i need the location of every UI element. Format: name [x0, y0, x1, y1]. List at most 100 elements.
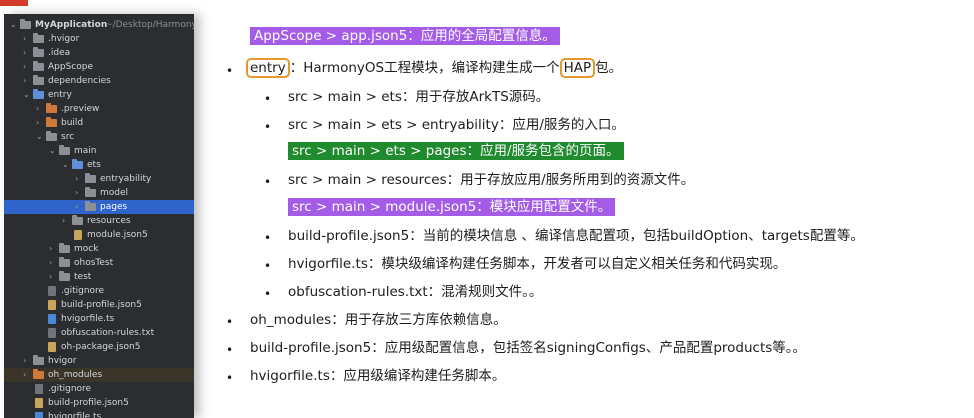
note-pages-text: src > main > ets > pages：应用/服务包含的页面。 [288, 142, 624, 160]
bullet-icon: • [264, 231, 272, 245]
tree-item-oh-package-json5[interactable]: oh-package.json5 [4, 340, 194, 354]
file-icon [48, 314, 56, 324]
tree-item-build-profile-json5[interactable]: build-profile.json5 [4, 396, 194, 410]
chevron-down-icon[interactable]: ⌄ [49, 144, 57, 158]
tree-item-build[interactable]: › build [4, 116, 194, 130]
tree-item-label: ohosTest [74, 258, 114, 268]
note-build-profile-app: build-profile.json5：应用级配置信息，包括签名signingC… [250, 340, 807, 356]
tree-item-preview[interactable]: › .preview [4, 102, 194, 116]
note-pages: src > main > ets > pages：应用/服务包含的页面。 [288, 140, 624, 162]
folder-icon [85, 173, 96, 183]
tree-item-obfuscation-rules-txt[interactable]: obfuscation-rules.txt [4, 326, 194, 340]
tree-item-label: hvigor [48, 356, 77, 366]
tree-item-label: test [74, 272, 92, 282]
tree-item-label: .hvigor [48, 34, 80, 44]
folder-icon [59, 271, 70, 281]
tree-item-entry[interactable]: ⌄ entry [4, 88, 194, 102]
tree-item-label: resources [87, 216, 131, 226]
top-strip [0, 0, 974, 8]
folder-icon [46, 103, 57, 113]
tree-item-label: oh_modules [48, 370, 103, 380]
bullet-icon: • [226, 343, 234, 357]
folder-icon [59, 243, 70, 253]
tree-item-ohostest[interactable]: › ohosTest [4, 256, 194, 270]
chevron-right-icon[interactable]: › [49, 256, 57, 270]
chevron-down-icon[interactable]: ⌄ [23, 88, 31, 102]
tree-item-main[interactable]: ⌄ main [4, 144, 194, 158]
tree-item-label: build-profile.json5 [48, 398, 129, 408]
tree-item-hvigorfile-ts[interactable]: hvigorfile.ts [4, 410, 194, 418]
tree-item-idea[interactable]: › .idea [4, 46, 194, 60]
chevron-right-icon[interactable]: › [23, 354, 31, 368]
tree-item-label: build-profile.json5 [61, 300, 142, 310]
tree-item-mock[interactable]: › mock [4, 242, 194, 256]
chevron-right-icon[interactable]: › [75, 172, 83, 186]
tree-item-label: mock [74, 244, 99, 254]
tree-item-label: hvigorfile.ts [48, 412, 102, 418]
project-tree-panel[interactable]: ⌄ MyApplication~/Desktop/Harmony/p › .hvigo… [4, 14, 194, 418]
tree-item-test[interactable]: › test [4, 270, 194, 284]
file-icon [35, 398, 43, 408]
chevron-right-icon[interactable]: › [36, 102, 44, 116]
chevron-right-icon[interactable]: › [23, 60, 31, 74]
tree-item-label: ets [87, 160, 101, 170]
file-icon [48, 342, 56, 352]
chevron-right-icon[interactable]: › [75, 200, 83, 214]
chevron-down-icon[interactable]: ⌄ [36, 130, 44, 144]
tree-item-model[interactable]: › model [4, 186, 194, 200]
tree-item-ets[interactable]: ⌄ ets [4, 158, 194, 172]
entry-description: ：HarmonyOS工程模块，编译构建生成一个 [289, 60, 560, 76]
chevron-right-icon[interactable]: › [36, 116, 44, 130]
tree-item-entryability[interactable]: › entryability [4, 172, 194, 186]
tree-item-resources[interactable]: › resources [4, 214, 194, 228]
folder-icon [72, 215, 83, 225]
tree-item-hvigor[interactable]: › hvigor [4, 354, 194, 368]
bullet-icon: • [264, 120, 272, 134]
chevron-right-icon[interactable]: › [49, 270, 57, 284]
chevron-down-icon[interactable]: ⌄ [10, 18, 18, 32]
note-appscope-text: AppScope > app.json5：应用的全局配置信息。 [250, 27, 560, 45]
tree-item-label: hvigorfile.ts [61, 314, 115, 324]
chevron-right-icon[interactable]: › [23, 46, 31, 60]
folder-icon [72, 159, 83, 169]
tree-item-gitignore[interactable]: .gitignore [4, 284, 194, 298]
chevron-right-icon[interactable]: › [23, 74, 31, 88]
chevron-right-icon[interactable]: › [49, 242, 57, 256]
chevron-down-icon[interactable]: ⌄ [62, 158, 70, 172]
note-ets: src > main > ets：用于存放ArkTS源码。 [288, 89, 550, 105]
tree-item-myapplication[interactable]: ⌄ MyApplication~/Desktop/Harmony/p [4, 18, 194, 32]
entry-boxed-term: entry [246, 58, 290, 78]
folder-icon [46, 131, 57, 141]
chevron-right-icon[interactable]: › [62, 214, 70, 228]
tree-item-label: obfuscation-rules.txt [61, 328, 155, 338]
folder-icon [46, 117, 57, 127]
tree-item-label: oh-package.json5 [61, 342, 141, 352]
tree-item-label: model [100, 188, 129, 198]
note-obfuscation: obfuscation-rules.txt：混淆规则文件。。 [288, 284, 543, 300]
bullet-icon: • [226, 64, 234, 78]
folder-icon [33, 355, 44, 365]
project-path: ~/Desktop/Harmony/p [105, 20, 194, 30]
tree-item-build-profile-json5[interactable]: build-profile.json5 [4, 298, 194, 312]
tree-item-module-json5[interactable]: module.json5 [4, 228, 194, 242]
bullet-icon: • [226, 315, 234, 329]
chevron-right-icon[interactable]: › [23, 32, 31, 46]
tree-item-appscope[interactable]: › AppScope [4, 60, 194, 74]
tree-item-src[interactable]: ⌄ src [4, 130, 194, 144]
tree-item-oh-modules[interactable]: › oh_modules [4, 368, 194, 382]
tree-item-label: entryability [100, 174, 152, 184]
tree-item-label: AppScope [48, 62, 93, 72]
bullet-icon: • [264, 259, 272, 273]
tree-item-dependencies[interactable]: › dependencies [4, 74, 194, 88]
file-icon [74, 230, 82, 240]
tree-item-pages[interactable]: › pages [4, 200, 194, 214]
chevron-right-icon[interactable]: › [23, 368, 31, 382]
tree-item-gitignore[interactable]: .gitignore [4, 382, 194, 396]
note-oh-modules: oh_modules：用于存放三方库依赖信息。 [250, 312, 507, 328]
tree-item-hvigor[interactable]: › .hvigor [4, 32, 194, 46]
entry-tail: 包。 [595, 60, 623, 76]
tree-item-hvigorfile-ts[interactable]: hvigorfile.ts [4, 312, 194, 326]
chevron-right-icon[interactable]: › [75, 186, 83, 200]
file-icon [35, 412, 43, 418]
bullet-icon: • [264, 175, 272, 189]
